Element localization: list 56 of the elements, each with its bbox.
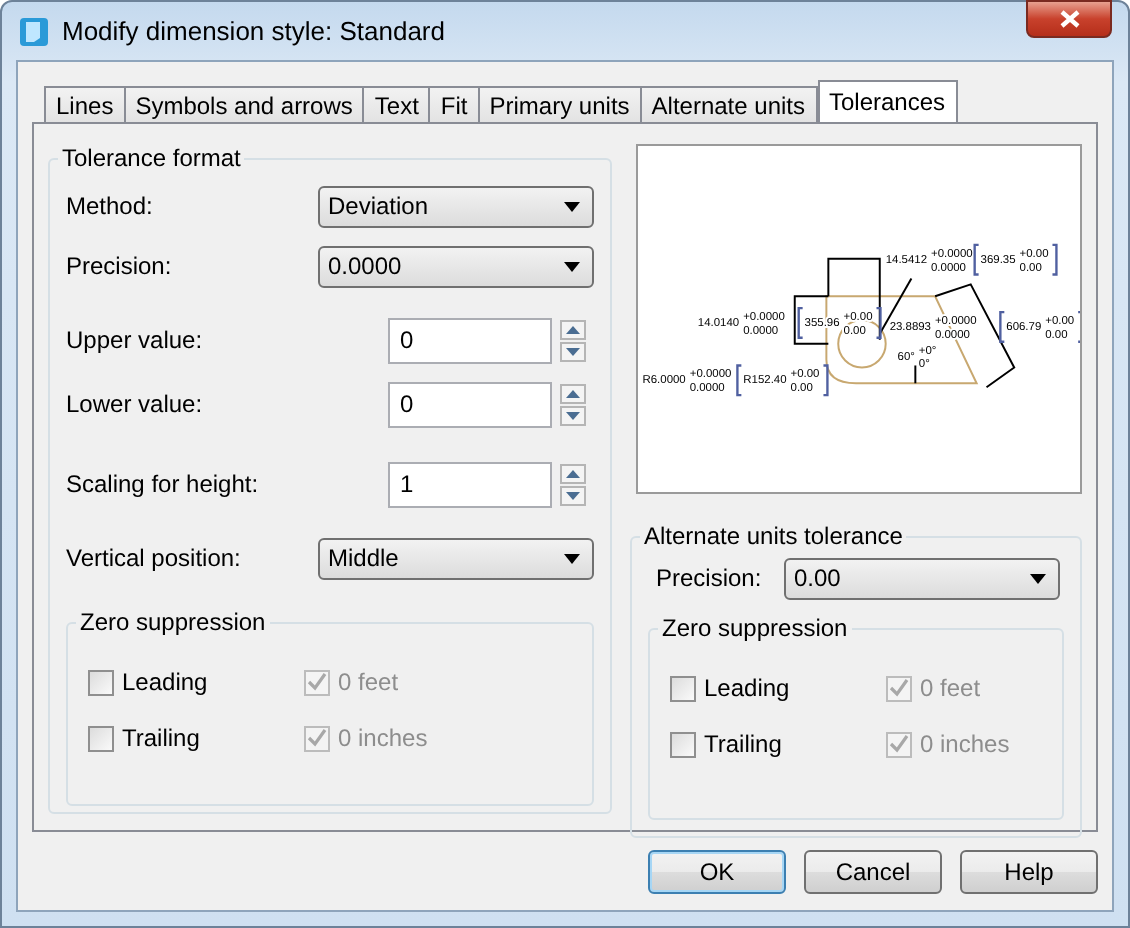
number-input[interactable]: 0 [388,317,552,363]
spin-up-button[interactable] [560,463,586,483]
number-input[interactable]: 0 [388,381,552,427]
checkbox[interactable] [670,731,696,757]
up-arrow-icon [566,389,580,397]
dropdown[interactable]: Deviation [318,185,594,227]
close-icon [1059,10,1079,28]
spin-up-button[interactable] [560,319,586,339]
dropdown[interactable]: 0.0000 [318,245,594,287]
group-title: Zero suppression [78,608,268,636]
tab[interactable]: Fit [428,86,480,122]
tab[interactable]: Lines [44,86,126,122]
up-arrow-icon [566,469,580,477]
field-label: Upper value: [66,324,205,358]
window-title: Modify dimension style: Standard [62,13,447,50]
tab[interactable]: Primary units [477,86,642,122]
field-label: Method: [66,190,155,224]
down-arrow-icon [566,347,580,355]
precision-dropdown[interactable]: 0.00 [784,557,1060,599]
spin-up-button[interactable] [560,383,586,403]
checkbox-label: 0 inches [338,722,428,756]
group-title: Tolerance format [60,144,243,172]
field-label: Precision: [656,562,764,596]
group-title: Zero suppression [660,614,850,642]
spin-down-button[interactable] [560,485,586,505]
tab[interactable]: Tolerances [817,80,958,122]
field-label: Precision: [66,250,174,284]
checkbox-label: 0 feet [338,666,399,700]
checkbox-label: Trailing [122,722,200,756]
dropdown[interactable]: Middle [318,537,594,579]
field-label: Scaling for height: [66,468,261,502]
dialog-button[interactable]: OK [648,850,786,894]
dialog-button[interactable]: Cancel [804,850,942,894]
field-label: Vertical position: [66,542,243,576]
tab[interactable]: Alternate units [639,86,817,122]
field-label: Lower value: [66,388,205,422]
checkbox-label: 0 inches [920,728,1010,762]
checkbox-label: Leading [704,672,790,706]
dialog-button[interactable]: Help [960,850,1098,894]
checkbox[interactable] [88,669,114,695]
close-button[interactable] [1026,0,1112,38]
spin-down-button[interactable] [560,405,586,425]
checkbox-label: Trailing [704,728,782,762]
number-input[interactable]: 1 [388,461,552,507]
down-arrow-icon [566,411,580,419]
checkbox-label: 0 feet [920,672,981,706]
group-title: Alternate units tolerance [642,522,905,550]
down-arrow-icon [566,491,580,499]
checkbox[interactable] [88,725,114,751]
tab[interactable]: Symbols and arrows [123,86,365,122]
spin-down-button[interactable] [560,341,586,361]
tab[interactable]: Text [362,86,431,122]
checkbox-label: Leading [122,666,208,700]
app-icon [18,15,50,47]
checkbox[interactable] [670,675,696,701]
up-arrow-icon [566,325,580,333]
